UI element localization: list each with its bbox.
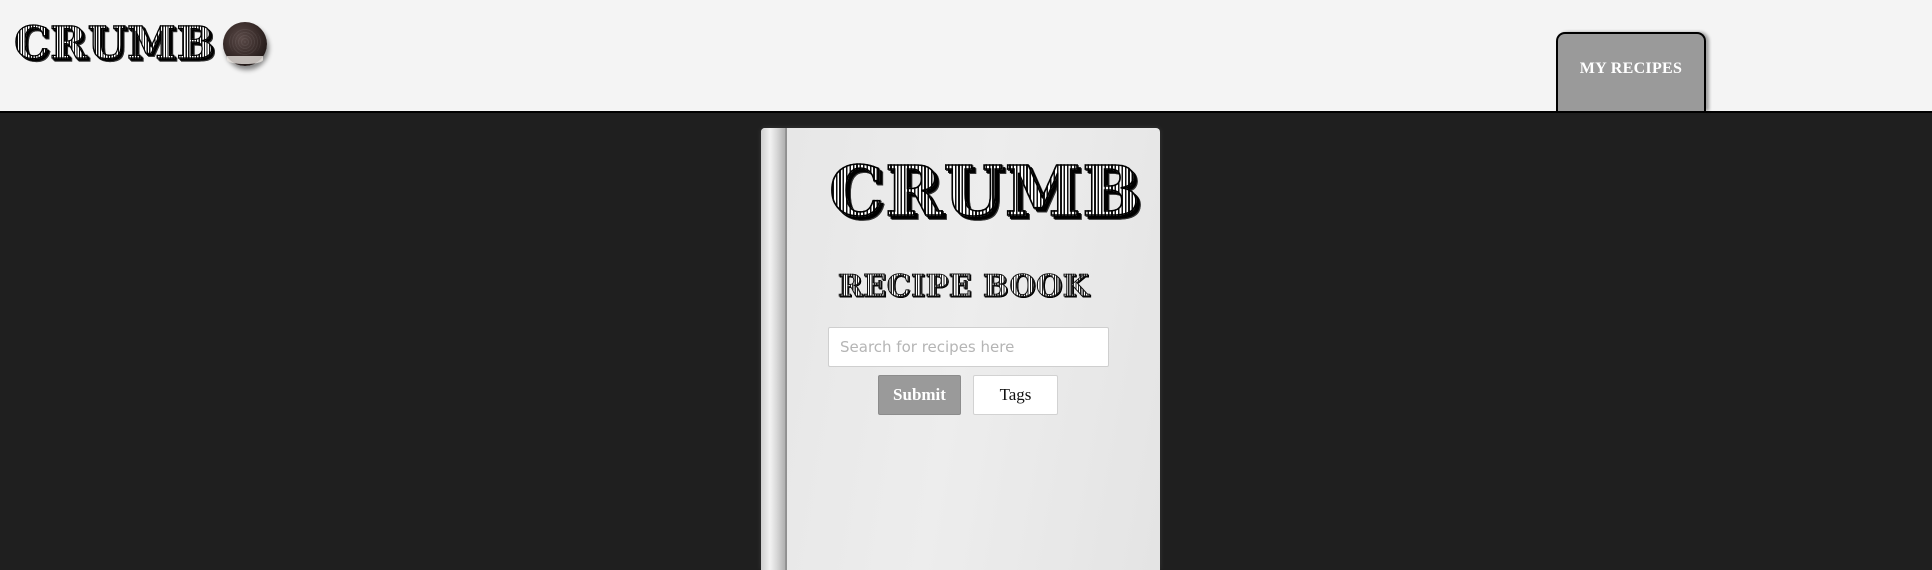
logo-text: CRUMB bbox=[13, 18, 215, 69]
my-recipes-tab[interactable]: MY RECIPES bbox=[1556, 32, 1706, 111]
book-title: CRUMB bbox=[828, 152, 1142, 232]
book-subtitle: RECIPE BOOK bbox=[761, 271, 1160, 302]
cookie-icon bbox=[222, 22, 267, 66]
my-recipes-label: MY RECIPES bbox=[1579, 59, 1683, 77]
recipe-search-input[interactable] bbox=[828, 327, 1109, 367]
recipe-book: CRUMB RECIPE BOOK Submit Tags bbox=[761, 128, 1160, 570]
top-header: CRUMB MY RECIPES bbox=[0, 0, 1932, 113]
tags-button[interactable]: Tags bbox=[973, 375, 1058, 415]
home-logo-link[interactable]: CRUMB bbox=[13, 18, 267, 69]
book-spine bbox=[761, 128, 787, 570]
submit-button[interactable]: Submit bbox=[878, 375, 961, 415]
